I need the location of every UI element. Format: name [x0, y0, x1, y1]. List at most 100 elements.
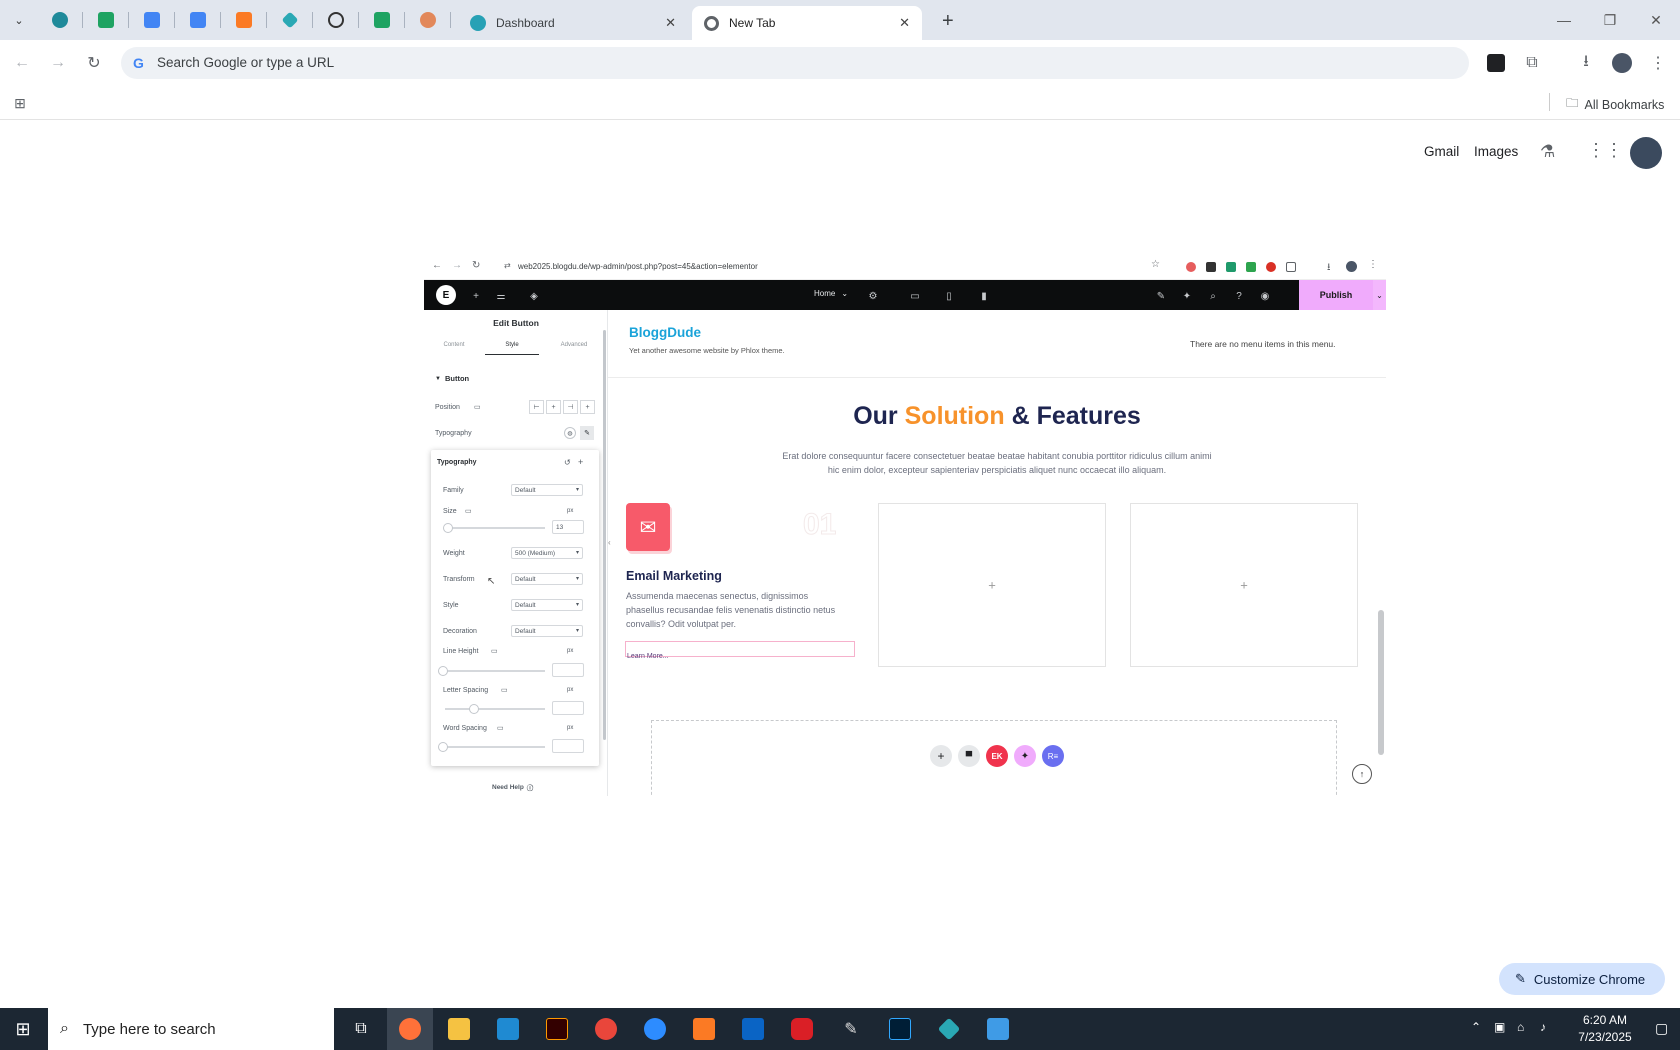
collapse-panel-icon[interactable]: ‹ [608, 538, 611, 547]
page-select[interactable]: Home ⌄ [814, 289, 848, 298]
reset-icon[interactable]: ↺ [564, 458, 571, 467]
restore-button[interactable]: ❐ [1587, 0, 1633, 40]
taskbar-pen-tool[interactable]: ✎ [828, 1008, 874, 1050]
extensions-button[interactable]: ⧉ [1518, 49, 1546, 77]
empty-column[interactable]: + [878, 503, 1106, 667]
taskbar-gemini[interactable] [926, 1008, 972, 1050]
align-end-icon[interactable]: ⊣ [563, 400, 578, 414]
letter-spacing-slider-handle[interactable] [469, 704, 479, 714]
taskbar-illustrator[interactable] [534, 1008, 580, 1050]
style-select[interactable]: Default ▾ [511, 599, 583, 611]
add-icon[interactable]: + [988, 578, 996, 593]
align-stretch-icon[interactable]: + [580, 400, 595, 414]
taskbar-vscode[interactable] [485, 1008, 531, 1050]
ai-sparkle-icon[interactable]: ✦ [1180, 289, 1194, 303]
ai-sparkle-icon[interactable]: ✦ [1014, 745, 1036, 767]
extension-button[interactable] [1482, 49, 1510, 77]
word-spacing-input[interactable] [552, 739, 584, 753]
align-center-icon[interactable]: + [546, 400, 561, 414]
taskbar-firefox[interactable] [387, 1008, 433, 1050]
tab-style[interactable]: Style [485, 342, 539, 355]
tab-dashboard[interactable]: Dashboard ✕ [458, 6, 688, 40]
taskbar-outlook[interactable] [730, 1008, 776, 1050]
line-height-slider[interactable] [445, 670, 545, 672]
pinned-tab-2[interactable] [93, 8, 119, 32]
pinned-tab-5[interactable] [231, 8, 257, 32]
need-help-link[interactable]: Need Help ⓘ [492, 782, 533, 793]
add-section-button[interactable]: + [930, 745, 952, 767]
tab-new-tab[interactable]: New Tab ✕ [692, 6, 922, 40]
transform-select[interactable]: Default ▾ [511, 573, 583, 585]
panel-scrollbar[interactable] [603, 330, 606, 740]
taskbar-photoshop[interactable] [877, 1008, 923, 1050]
word-spacing-slider-handle[interactable] [438, 742, 448, 752]
publish-button[interactable]: Publish [1299, 280, 1373, 310]
gmail-link[interactable]: Gmail [1424, 144, 1459, 159]
size-unit[interactable]: px [567, 508, 573, 514]
task-view-button[interactable]: ⧉ [338, 1008, 384, 1050]
labs-flask-icon[interactable]: ⚗ [1540, 142, 1555, 162]
canvas-scrollbar[interactable] [1378, 610, 1384, 755]
elementskit-icon[interactable]: EK [986, 745, 1008, 767]
weight-select[interactable]: 500 (Medium) ▾ [511, 547, 583, 559]
volume-icon[interactable]: ♪ [1540, 1020, 1546, 1034]
line-height-unit[interactable]: px [567, 648, 573, 654]
pinned-tab-3[interactable] [139, 8, 165, 32]
taskbar-explorer[interactable] [436, 1008, 482, 1050]
template-library-icon[interactable]: ▀ [958, 745, 980, 767]
settings-sliders-icon[interactable]: ⚌ [494, 289, 508, 303]
taskbar-paint[interactable] [975, 1008, 1021, 1050]
apps-grid-icon[interactable]: ⋮⋮ [1587, 140, 1623, 161]
tablet-icon[interactable]: ▯ [942, 289, 956, 303]
security-icon[interactable]: ▣ [1494, 1020, 1505, 1034]
line-height-slider-handle[interactable] [438, 666, 448, 676]
letter-spacing-slider[interactable] [445, 708, 545, 710]
images-link[interactable]: Images [1474, 144, 1518, 159]
close-window-button[interactable]: ✕ [1633, 0, 1679, 40]
eye-icon[interactable]: ◉ [1258, 289, 1272, 303]
menu-button[interactable]: ⋮ [1644, 49, 1672, 77]
learn-more-button[interactable]: Learn More... [625, 641, 855, 660]
gear-icon[interactable]: ⚙ [866, 289, 880, 303]
pinned-tab-4[interactable] [185, 8, 211, 32]
edit-pencil-icon[interactable]: ✎ [580, 426, 594, 440]
size-input[interactable]: 13 [552, 520, 584, 534]
forward-button[interactable]: → [44, 49, 72, 77]
scroll-top-icon[interactable]: ↑ [1352, 764, 1372, 784]
empty-column[interactable]: + [1130, 503, 1358, 667]
all-bookmarks-button[interactable]: 🗀 All Bookmarks [1566, 94, 1664, 115]
new-tab-button[interactable]: + [930, 4, 966, 38]
omnibox[interactable]: G Search Google or type a URL [121, 47, 1469, 79]
section-button[interactable]: ▼ Button [435, 374, 469, 383]
family-select[interactable]: Default ▾ [511, 484, 583, 496]
add-element-icon[interactable]: + [469, 289, 483, 303]
reload-button[interactable]: ↻ [80, 49, 108, 77]
network-icon[interactable]: ⌂ [1517, 1020, 1524, 1034]
word-spacing-slider[interactable] [445, 746, 545, 748]
notification-icon[interactable]: ▢ [1655, 1020, 1668, 1037]
profile-button[interactable] [1608, 49, 1636, 77]
decoration-select[interactable]: Default ▾ [511, 625, 583, 637]
close-icon[interactable]: ✕ [665, 15, 676, 31]
taskbar-creative-cloud[interactable] [779, 1008, 825, 1050]
add-icon[interactable]: + [578, 457, 583, 467]
pen-icon[interactable]: ✎ [1154, 289, 1168, 303]
letter-spacing-unit[interactable]: px [567, 687, 573, 693]
taskbar-xampp[interactable] [681, 1008, 727, 1050]
pinned-tab-8[interactable] [369, 8, 395, 32]
site-title[interactable]: BloggDude [629, 325, 701, 340]
globe-icon[interactable]: ◍ [564, 427, 576, 439]
pinned-tab-1[interactable] [47, 8, 73, 32]
downloads-button[interactable]: ⭳ [1572, 49, 1600, 77]
pinned-tab-9[interactable] [415, 8, 441, 32]
back-button[interactable]: ← [8, 49, 36, 77]
pinned-tab-6[interactable] [277, 8, 303, 32]
search-icon[interactable]: ⌕ [1206, 289, 1220, 303]
help-icon[interactable]: ? [1232, 289, 1246, 303]
start-button[interactable]: ⊞ [0, 1008, 46, 1050]
size-slider[interactable] [445, 527, 545, 529]
royal-elements-icon[interactable]: R≡ [1042, 745, 1064, 767]
customize-chrome-button[interactable]: ✎ Customize Chrome [1499, 963, 1665, 995]
word-spacing-unit[interactable]: px [567, 725, 573, 731]
tab-content[interactable]: Content [424, 342, 484, 348]
